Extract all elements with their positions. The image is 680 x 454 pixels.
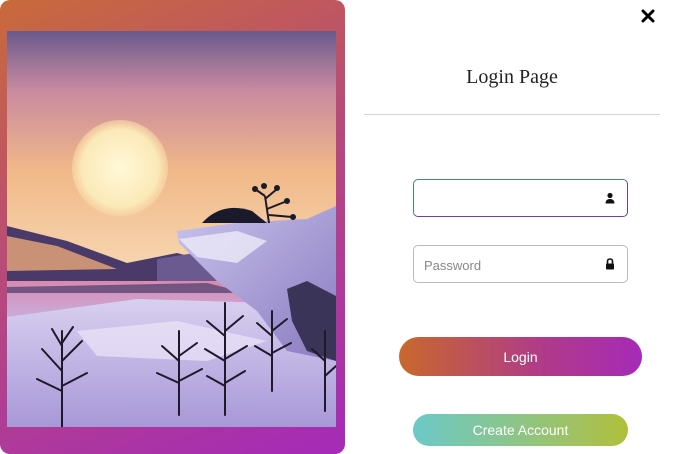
password-input[interactable] bbox=[422, 246, 601, 284]
create-account-button[interactable]: Create Account bbox=[413, 414, 628, 446]
user-icon bbox=[603, 191, 617, 205]
lock-icon bbox=[603, 257, 617, 271]
illustration-card bbox=[0, 0, 345, 454]
login-button[interactable]: Login bbox=[399, 337, 642, 376]
divider bbox=[364, 114, 660, 115]
close-icon[interactable] bbox=[637, 5, 659, 27]
landscape-illustration bbox=[7, 31, 336, 427]
page-title: Login Page bbox=[466, 66, 558, 88]
username-input[interactable] bbox=[422, 180, 601, 218]
username-field[interactable] bbox=[413, 179, 628, 218]
password-field[interactable] bbox=[413, 245, 628, 284]
